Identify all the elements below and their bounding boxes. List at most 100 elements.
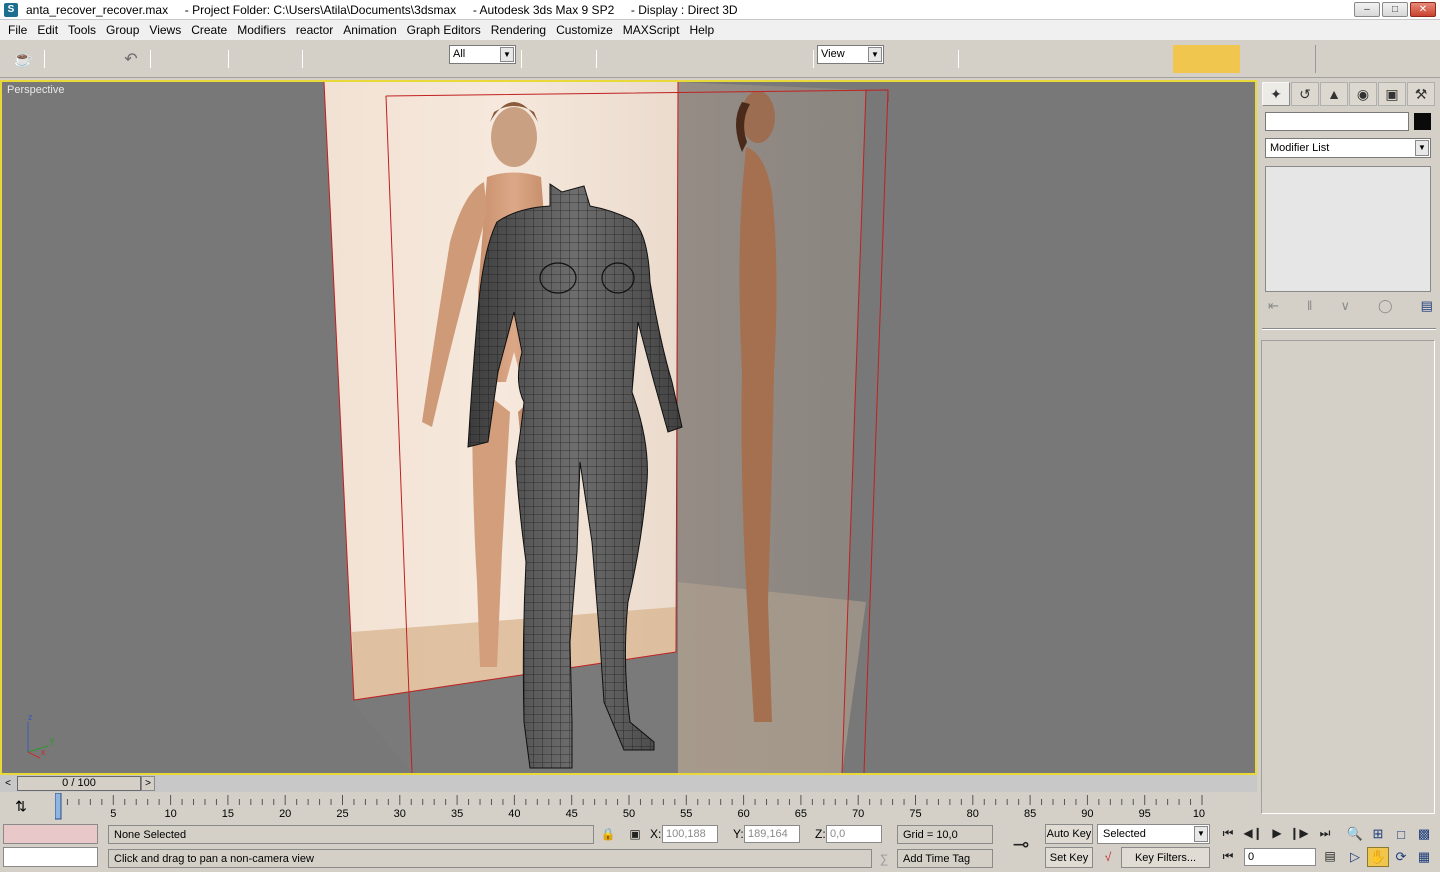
time-tag-icon[interactable]: ∑	[874, 850, 894, 868]
zoom-extents-icon[interactable]: □	[1390, 824, 1412, 844]
go-to-start-icon[interactable]: ⏮	[1218, 824, 1238, 842]
open-mini-curve-editor-icon[interactable]: ⇅	[10, 797, 32, 815]
prompt-line: Click and drag to pan a non-camera view	[108, 849, 872, 868]
default-tangent-icon[interactable]: √	[1098, 848, 1118, 866]
menu-create[interactable]: Create	[186, 20, 232, 40]
key-filters-button[interactable]: Key Filters...	[1121, 847, 1210, 868]
maximize-button[interactable]: □	[1382, 2, 1408, 17]
menu-group[interactable]: Group	[101, 20, 144, 40]
min-max-toggle-icon[interactable]: ▦	[1413, 847, 1435, 867]
key-icon[interactable]: ⊸	[1008, 834, 1034, 856]
teapot-icon[interactable]: ☕	[12, 49, 34, 69]
maxscript-listener-white[interactable]	[3, 847, 98, 867]
field-of-view-icon[interactable]: ▷	[1344, 847, 1366, 867]
viewport-label[interactable]: Perspective	[7, 84, 64, 96]
key-mode-dropdown[interactable]: Selected ▼	[1097, 824, 1210, 844]
add-time-tag-button[interactable]: Add Time Tag	[897, 849, 993, 868]
modify-tab[interactable]: ↺	[1291, 82, 1319, 106]
object-name-field[interactable]	[1265, 112, 1409, 131]
menu-customize[interactable]: Customize	[551, 20, 618, 40]
selection-filter-dropdown[interactable]: All ▼	[449, 45, 516, 64]
show-end-result-icon[interactable]: ‖	[1307, 298, 1312, 318]
menu-rendering[interactable]: Rendering	[486, 20, 551, 40]
reference-coord-dropdown[interactable]: View ▼	[817, 45, 884, 64]
hierarchy-tab[interactable]: ▲	[1320, 82, 1348, 106]
ruler-tick-label: 70	[852, 808, 864, 820]
x-coordinate-field[interactable]: 100,188	[662, 825, 718, 843]
key-mode-toggle-icon[interactable]: ⏮	[1218, 847, 1238, 865]
display-icon: ▣	[1385, 85, 1399, 102]
time-slider-prev[interactable]: <	[1, 776, 15, 791]
play-icon[interactable]: ▶	[1267, 824, 1287, 842]
lock-icon[interactable]: 🔒	[598, 825, 618, 843]
zoom-all-icon[interactable]: ⊞	[1367, 824, 1389, 844]
time-slider-thumb[interactable]: 0 / 100	[17, 776, 141, 791]
menu-reactor[interactable]: reactor	[291, 20, 338, 40]
chevron-down-icon: ▼	[500, 47, 514, 62]
previous-frame-icon[interactable]: ◀❙	[1243, 824, 1263, 842]
menu-tools[interactable]: Tools	[63, 20, 101, 40]
time-slider-next[interactable]: >	[141, 776, 155, 791]
ruler-tick-label: 15	[222, 808, 234, 820]
menu-modifiers[interactable]: Modifiers	[232, 20, 291, 40]
time-configuration-icon[interactable]: ▤	[1320, 847, 1340, 865]
pin-stack-icon[interactable]: ⇤	[1268, 298, 1279, 318]
pan-view-icon[interactable]: ✋	[1367, 847, 1389, 867]
make-unique-icon[interactable]: ∨	[1340, 298, 1350, 318]
utilities-tab[interactable]: ⚒	[1407, 82, 1435, 106]
configure-modifier-sets-icon[interactable]: ▤	[1421, 298, 1433, 318]
ruler-tick-label: 35	[451, 808, 463, 820]
arc-rotate-icon[interactable]: ⟳	[1390, 847, 1412, 867]
toolbar-divider	[521, 50, 522, 68]
track-ruler[interactable]: 0510152025303540455055606570758085909510…	[55, 793, 1205, 821]
zoom-extents-all-icon[interactable]: ▩	[1413, 824, 1435, 844]
create-tab[interactable]: ✦	[1262, 82, 1290, 106]
time-slider[interactable]: < 0 / 100 >	[0, 775, 1257, 792]
menu-edit[interactable]: Edit	[32, 20, 63, 40]
auto-key-button[interactable]: Auto Key	[1045, 824, 1093, 844]
viewport-scene	[27, 82, 889, 773]
ruler-tick-label: 40	[508, 808, 520, 820]
3dsmax-app-icon[interactable]: S	[4, 2, 18, 17]
motion-tab[interactable]: ◉	[1349, 82, 1377, 106]
minimize-button[interactable]: –	[1354, 2, 1380, 17]
object-color-swatch[interactable]	[1414, 113, 1431, 130]
toolbar-divider	[44, 50, 45, 68]
menu-graph-editors[interactable]: Graph Editors	[402, 20, 486, 40]
reference-coord-value: View	[821, 48, 845, 60]
menu-maxscript[interactable]: MAXScript	[618, 20, 685, 40]
ruler-tick-label: 55	[680, 808, 692, 820]
window-title: anta_recover_recover.max - Project Folde…	[26, 2, 738, 17]
menu-views[interactable]: Views	[144, 20, 186, 40]
remove-modifier-icon[interactable]: ◯	[1378, 298, 1393, 318]
side-reference-head	[741, 91, 775, 143]
go-to-end-icon[interactable]: ⏭	[1315, 824, 1335, 842]
ruler-tick-label: 25	[336, 808, 348, 820]
z-coordinate-field[interactable]: 0,0	[826, 825, 882, 843]
zoom-icon[interactable]: 🔍	[1344, 824, 1366, 844]
utilities-icon: ⚒	[1414, 85, 1428, 102]
ruler-tick-label: 45	[566, 808, 578, 820]
menu-help[interactable]: Help	[684, 20, 719, 40]
track-bar[interactable]: ⇅ 05101520253035404550556065707580859095…	[0, 793, 1257, 821]
current-frame-marker[interactable]	[55, 793, 62, 820]
x-label: X:	[650, 827, 662, 841]
current-frame-field[interactable]: 0	[1244, 848, 1316, 866]
maxscript-listener-pink[interactable]	[3, 824, 98, 844]
named-selection-sets[interactable]	[1240, 45, 1316, 73]
modifier-stack[interactable]	[1265, 166, 1431, 292]
menu-animation[interactable]: Animation	[338, 20, 401, 40]
main-toolbar: ☕ ↶ All ▼ View ▼	[0, 40, 1440, 78]
next-frame-icon[interactable]: ❙▶	[1289, 824, 1309, 842]
perspective-viewport[interactable]: Perspective z y x	[0, 80, 1257, 775]
undo-icon[interactable]: ↶	[120, 49, 142, 69]
set-key-button[interactable]: Set Key	[1045, 847, 1093, 868]
ruler-tick-label: 10	[164, 808, 176, 820]
modifier-list-dropdown[interactable]: Modifier List ▼	[1265, 138, 1431, 158]
absolute-mode-icon[interactable]: ▣	[625, 825, 645, 843]
y-coordinate-field[interactable]: 189,164	[744, 825, 800, 843]
close-button[interactable]: ✕	[1410, 2, 1436, 17]
display-tab[interactable]: ▣	[1378, 82, 1406, 106]
named-selection-highlight[interactable]	[1173, 45, 1240, 73]
menu-file[interactable]: File	[3, 20, 32, 40]
